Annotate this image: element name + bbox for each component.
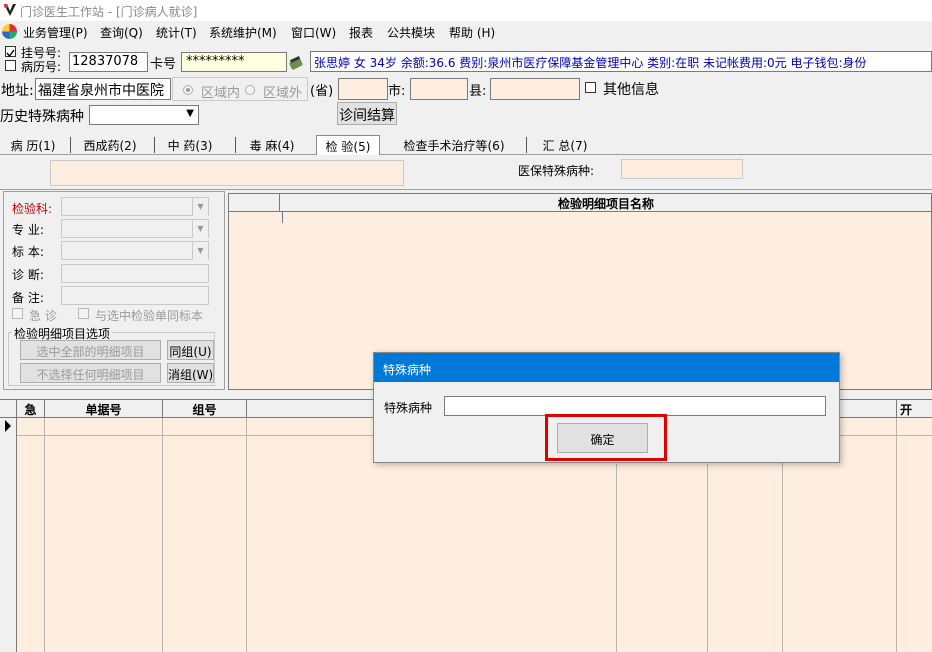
patient-info-bar: 张思婷 女 34岁 余额:36.6 费别:泉州市医疗保障基金管理中心 类别:在职…	[310, 51, 932, 72]
menu-business[interactable]: 业务管理(P)	[23, 24, 88, 41]
urgent-label: 急 诊	[29, 309, 57, 323]
menu-stats[interactable]: 统计(T)	[156, 24, 197, 41]
tab-lab-test[interactable]: 检 验(5)	[316, 135, 380, 155]
urgent-col-header: 急	[17, 400, 45, 417]
order-grid-corner	[0, 400, 17, 417]
ungroup-button[interactable]: 消组(W)	[167, 363, 214, 383]
col-line	[616, 464, 617, 652]
col-line	[44, 418, 45, 652]
doc-number-col-header: 单据号	[45, 400, 163, 417]
group-number-col-header: 组号	[163, 400, 247, 417]
tab-separator	[70, 137, 71, 153]
dialog-title: 特殊病种	[383, 363, 432, 377]
select-all-items-button[interactable]: 选中全部的明细项目	[20, 340, 161, 360]
reg-checkbox[interactable]	[5, 46, 16, 58]
same-specimen-checkbox[interactable]	[78, 308, 89, 319]
in-region-radio[interactable]	[183, 85, 193, 95]
tab-separator	[235, 137, 236, 153]
county-label: 县:	[469, 84, 487, 99]
other-info-checkbox[interactable]	[585, 82, 596, 93]
menu-help[interactable]: 帮助 (H)	[449, 24, 495, 41]
tab-exam-surgery[interactable]: 检查手术治疗等(6)	[394, 135, 514, 155]
tab-summary[interactable]: 汇 总(7)	[532, 135, 598, 155]
app-logo-icon	[2, 2, 18, 18]
specialty-label: 专 业:	[12, 223, 44, 237]
detail-grid-header-line	[229, 211, 931, 212]
col-line	[896, 418, 897, 652]
chevron-down-icon: ▼	[192, 220, 208, 238]
col-line	[162, 418, 163, 652]
card-number-field[interactable]: *********	[181, 52, 287, 72]
city-label: 市:	[388, 84, 406, 99]
insurance-disease-label: 医保特殊病种:	[518, 164, 595, 178]
insurance-disease-field[interactable]	[621, 159, 743, 179]
history-disease-dropdown[interactable]: ▼	[89, 105, 199, 125]
menu-system[interactable]: 系统维护(M)	[209, 24, 277, 41]
county-field[interactable]	[490, 78, 580, 100]
address-field[interactable]: 福建省泉州市中医院	[35, 78, 171, 100]
remarks-label: 备 注:	[12, 291, 44, 305]
detail-grid-corner	[229, 194, 280, 211]
tab-info-field[interactable]	[50, 160, 404, 186]
current-row-arrow-icon	[5, 420, 11, 432]
tab-medical-record[interactable]: 病 历(1)	[3, 135, 63, 155]
lab-dept-dropdown[interactable]: ▼	[61, 197, 209, 216]
menu-window[interactable]: 窗口(W)	[291, 24, 336, 41]
remarks-field[interactable]	[61, 286, 209, 305]
menu-logo-icon	[2, 24, 17, 39]
select-none-items-button[interactable]: 不选择任何明细项目	[20, 363, 161, 383]
urgent-checkbox[interactable]	[12, 308, 23, 319]
dialog-title-bar: 特殊病种	[374, 353, 839, 382]
col-line	[246, 418, 247, 652]
card-reader-icon[interactable]	[287, 54, 307, 72]
menu-reports[interactable]: 报表	[349, 24, 373, 41]
address-label: 地址:	[1, 83, 34, 99]
group-button[interactable]: 同组(U)	[167, 340, 214, 360]
lab-dept-label: 检验科:	[12, 202, 53, 216]
tab-chinese-medicine[interactable]: 中 药(3)	[158, 135, 222, 155]
diagnosis-field[interactable]	[61, 264, 209, 283]
in-region-label: 区域内	[201, 86, 241, 101]
window-title: 门诊医生工作站 - [门诊病人就诊]	[20, 5, 198, 19]
specimen-dropdown[interactable]: ▼	[61, 241, 209, 260]
open-col-header: 开	[897, 400, 932, 417]
col-line	[707, 464, 708, 652]
out-region-radio[interactable]	[245, 85, 255, 95]
tab-separator	[526, 137, 527, 153]
section-divider	[0, 189, 932, 190]
tab-western-medicine[interactable]: 西成药(2)	[74, 135, 146, 155]
other-info-label: 其他信息	[603, 82, 659, 98]
history-disease-label: 历史特殊病种	[0, 109, 84, 125]
detail-item-name-header: 检验明细项目名称	[280, 194, 931, 211]
tab-narcotics[interactable]: 毒 麻(4)	[240, 135, 304, 155]
settle-button[interactable]: 诊间结算	[337, 102, 397, 125]
province-field[interactable]	[338, 78, 388, 100]
same-specimen-label: 与选中检验单同标本	[95, 309, 204, 323]
chevron-down-icon: ▼	[192, 242, 208, 260]
title-bar: 门诊医生工作站 - [门诊病人就诊]	[0, 0, 932, 21]
tab-separator	[154, 137, 155, 153]
dialog-field-label: 特殊病种	[384, 401, 433, 415]
menu-public[interactable]: 公共模块	[387, 24, 435, 41]
card-label: 卡号	[150, 57, 177, 72]
specialty-dropdown[interactable]: ▼	[61, 219, 209, 238]
special-disease-input[interactable]	[444, 396, 826, 416]
record-checkbox[interactable]	[5, 60, 16, 71]
record-number-field[interactable]: 12837078	[69, 52, 148, 72]
menu-bar: 业务管理(P) 查询(Q) 统计(T) 系统维护(M) 窗口(W) 报表 公共模…	[0, 21, 932, 43]
specimen-label: 标 本:	[12, 245, 44, 259]
row-indicator-column	[0, 418, 17, 652]
chevron-down-icon: ▼	[186, 108, 194, 119]
chevron-down-icon: ▼	[192, 198, 208, 216]
record-label: 病历号:	[21, 60, 62, 74]
menu-query[interactable]: 查询(Q)	[100, 24, 143, 41]
diagnosis-label: 诊 断:	[12, 268, 44, 282]
highlight-box	[545, 414, 667, 461]
province-label: (省)	[310, 84, 334, 99]
city-field[interactable]	[410, 78, 468, 100]
detail-grid-rowstub	[280, 211, 283, 223]
out-region-label: 区域外	[263, 86, 303, 101]
